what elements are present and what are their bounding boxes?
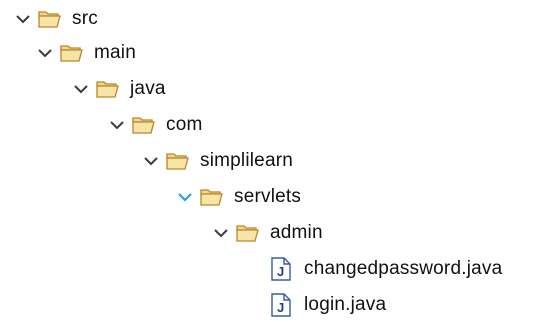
tree-item-src[interactable]: src	[14, 2, 98, 36]
folder-icon	[132, 115, 156, 135]
folder-icon	[96, 79, 120, 99]
folder-icon	[166, 151, 190, 171]
java-file-icon: J	[270, 257, 292, 281]
chevron-down-icon[interactable]	[14, 10, 32, 28]
folder-icon	[200, 187, 224, 207]
chevron-down-icon[interactable]	[142, 152, 160, 170]
chevron-down-icon[interactable]	[176, 188, 194, 206]
tree-item-changedpassword-java[interactable]: J changedpassword.java	[270, 252, 502, 286]
tree-item-label: login.java	[304, 294, 387, 315]
tree-item-login-java[interactable]: J login.java	[270, 288, 386, 322]
svg-text:J: J	[277, 264, 284, 279]
project-explorer-tree: src main java com simplilearn servlets a…	[0, 0, 547, 322]
chevron-down-icon[interactable]	[36, 44, 54, 62]
tree-item-label: src	[72, 8, 98, 29]
tree-item-label: simplilearn	[200, 150, 294, 171]
tree-item-label: java	[130, 78, 166, 99]
tree-item-label: changedpassword.java	[304, 258, 503, 279]
tree-item-simplilearn[interactable]: simplilearn	[142, 144, 293, 178]
chevron-down-icon[interactable]	[108, 116, 126, 134]
tree-item-label: main	[94, 42, 136, 63]
tree-item-java[interactable]: java	[72, 72, 166, 106]
folder-icon	[60, 43, 84, 63]
chevron-down-icon[interactable]	[72, 80, 90, 98]
tree-item-com[interactable]: com	[108, 108, 203, 142]
tree-item-label: admin	[270, 222, 323, 243]
svg-text:J: J	[277, 300, 284, 315]
tree-item-label: servlets	[234, 186, 302, 207]
tree-item-label: com	[166, 114, 203, 135]
tree-item-admin[interactable]: admin	[212, 216, 323, 250]
java-file-icon: J	[270, 293, 292, 317]
tree-item-servlets[interactable]: servlets	[176, 180, 301, 214]
chevron-down-icon[interactable]	[212, 224, 230, 242]
folder-icon	[236, 223, 260, 243]
folder-icon	[38, 9, 62, 29]
tree-item-main[interactable]: main	[36, 36, 136, 70]
